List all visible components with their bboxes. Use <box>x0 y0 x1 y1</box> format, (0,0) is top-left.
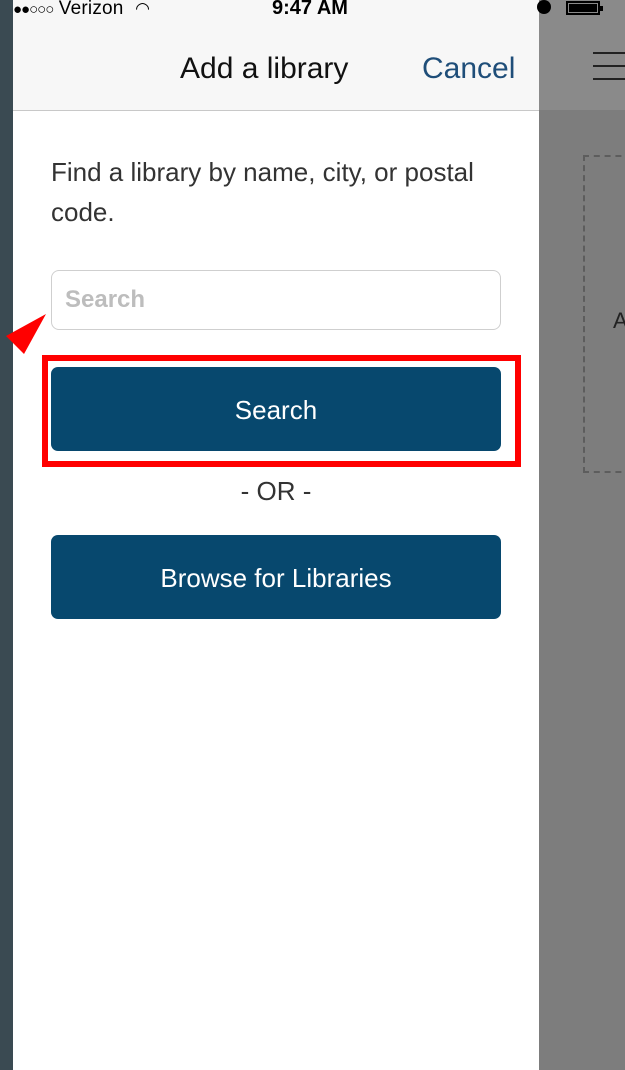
browse-libraries-button[interactable]: Browse for Libraries <box>51 535 501 619</box>
background-app-text: A <box>613 308 625 333</box>
screen: A Add a library Cancel Find a library by… <box>0 0 625 1070</box>
search-input[interactable] <box>51 270 501 330</box>
carrier-info: ●●○○○ Verizon ◠ <box>13 0 150 20</box>
search-button[interactable]: Search <box>51 367 501 451</box>
annotation-arrow-icon <box>6 314 46 354</box>
page-title: Add a library <box>180 52 349 85</box>
instructions-text: Find a library by name, city, or postal … <box>51 157 474 227</box>
signal-strength-icon: ●●○○○ <box>13 1 54 18</box>
battery-icon <box>566 1 603 15</box>
status-time: 9:47 AM <box>272 0 348 19</box>
add-library-modal: Add a library Cancel Find a library by n… <box>13 0 539 1070</box>
alarm-icon <box>537 0 551 14</box>
wifi-icon: ◠ <box>135 0 151 18</box>
carrier-name: Verizon <box>58 0 124 19</box>
status-bar: ●●○○○ Verizon ◠ 9:47 AM <box>13 0 625 22</box>
or-separator: - OR - <box>240 476 312 506</box>
cancel-button[interactable]: Cancel <box>422 52 515 86</box>
hamburger-menu-icon[interactable] <box>593 52 625 80</box>
